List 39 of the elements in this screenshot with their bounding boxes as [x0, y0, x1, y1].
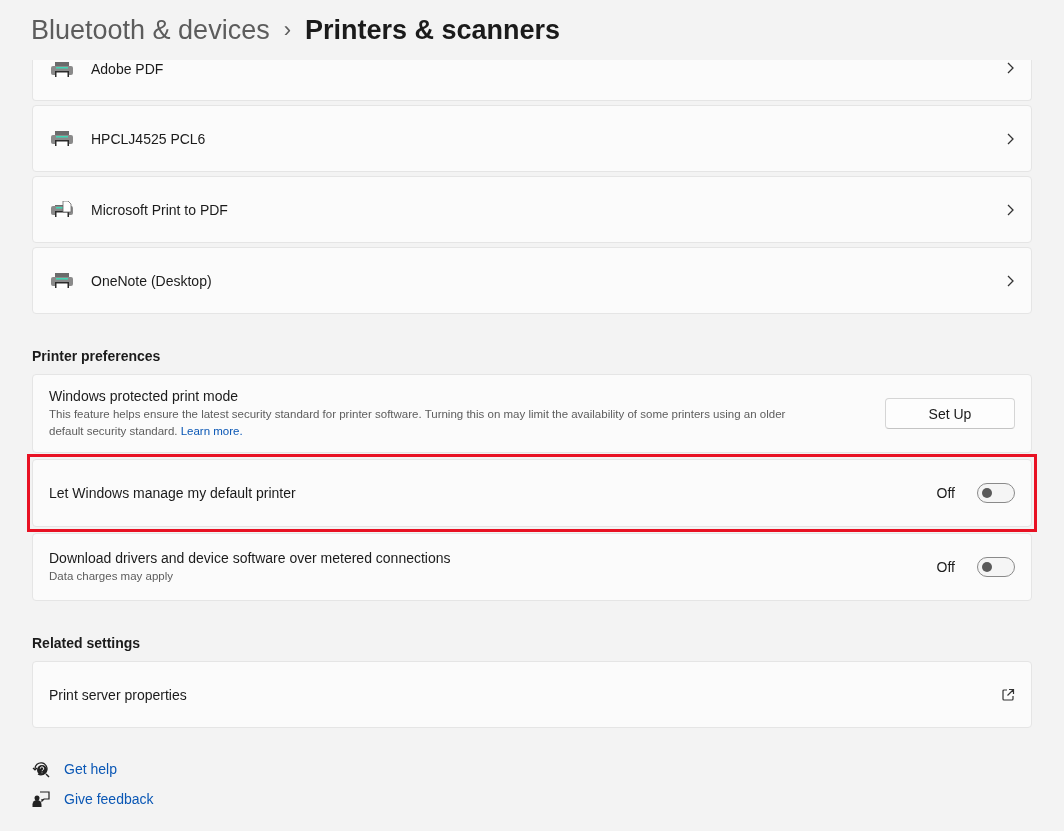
printer-card[interactable]: HPCLJ4525 PCL6	[32, 105, 1032, 172]
toggle-state-label: Off	[936, 559, 955, 575]
setting-title: Windows protected print mode	[49, 387, 240, 404]
printer-icon	[50, 271, 74, 290]
external-link-icon	[1001, 687, 1015, 702]
feedback-icon	[32, 790, 50, 808]
printer-name: HPCLJ4525 PCL6	[91, 130, 207, 147]
footer-link[interactable]: Get help	[64, 761, 117, 777]
setting-card[interactable]: Print server properties	[32, 661, 1032, 728]
printer-name: Adobe PDF	[91, 61, 165, 77]
printer-card[interactable]: Adobe PDF	[32, 60, 1032, 101]
chevron-right-icon	[1005, 61, 1015, 75]
printer-card[interactable]: OneNote (Desktop)	[32, 247, 1032, 314]
setting-title: Print server properties	[49, 686, 188, 703]
printer-name: OneNote (Desktop)	[91, 272, 213, 289]
section-heading: Related settings	[32, 635, 142, 651]
learn-more-link[interactable]: Learn more.	[180, 424, 243, 437]
printer-icon	[50, 61, 74, 79]
toggle-switch[interactable]	[977, 557, 1015, 577]
footer-link[interactable]: Give feedback	[64, 791, 154, 807]
section-heading: Printer preferences	[32, 348, 162, 364]
printer-with-page-icon	[50, 200, 74, 219]
setting-description: Data charges may apply	[49, 568, 174, 584]
page-title: Printers & scanners	[305, 14, 561, 46]
breadcrumb-link[interactable]: Bluetooth & devices	[31, 14, 270, 46]
toggle-state-label: Off	[936, 485, 955, 501]
help-icon	[32, 760, 50, 778]
breadcrumb-separator: ›	[283, 17, 291, 43]
setting-description: This feature helps ensure the latest security standard for printer software. Turning this on may limit the availability of some printers using an older default security standard. Learn more.	[49, 406, 787, 439]
printer-icon	[50, 129, 74, 148]
printer-name: Microsoft Print to PDF	[91, 201, 229, 218]
chevron-right-icon	[1005, 202, 1015, 217]
printer-card[interactable]: Microsoft Print to PDF	[32, 176, 1032, 243]
chevron-right-icon	[1005, 131, 1015, 146]
set-up-button[interactable]: Set Up	[885, 398, 1015, 429]
setting-title: Let Windows manage my default printer	[49, 485, 297, 501]
setting-title: Download drivers and device software over metered connections	[49, 549, 452, 566]
toggle-switch[interactable]	[977, 483, 1015, 503]
chevron-right-icon	[1005, 273, 1015, 288]
